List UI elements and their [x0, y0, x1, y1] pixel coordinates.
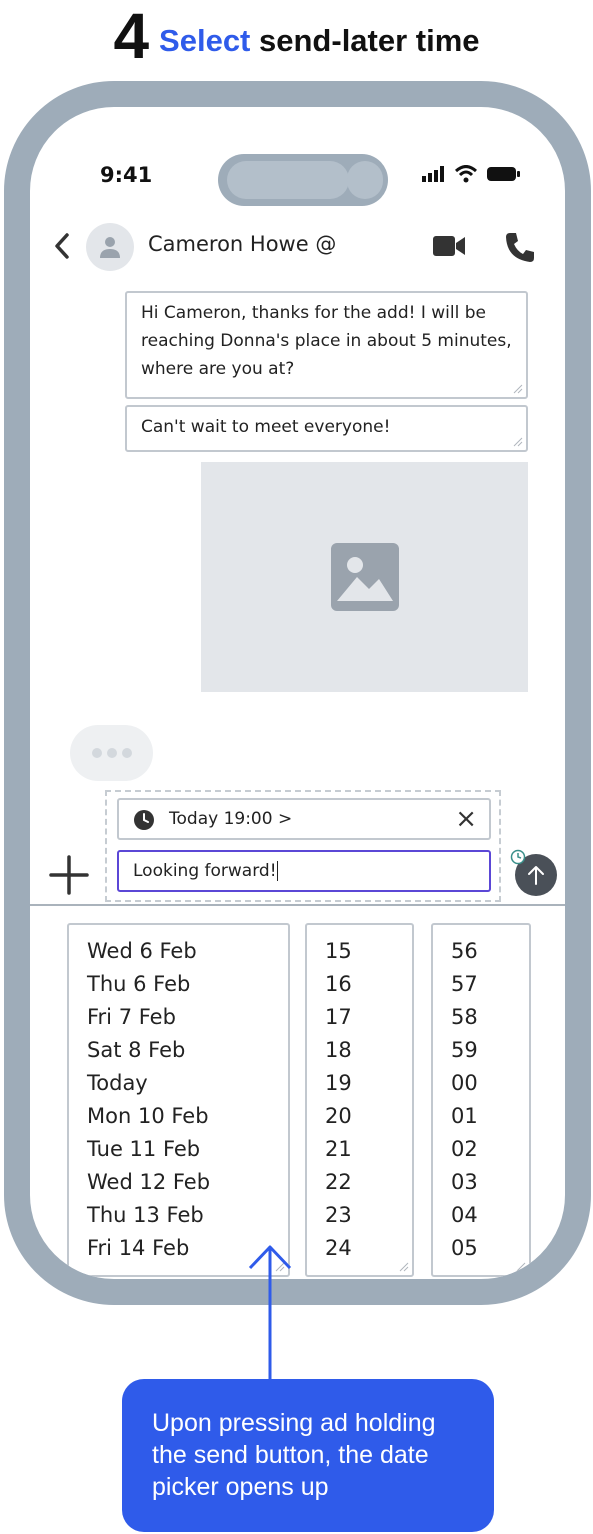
- scheduled-time-label: Today 19:00 >: [169, 809, 293, 829]
- image-icon: [330, 543, 399, 611]
- chevron-right-icon: >: [277, 809, 293, 829]
- chat-screen: 9:41 Cameron Howe @ Hi Cameron, thanks f…: [30, 107, 565, 1279]
- home-indicator: [206, 1287, 392, 1293]
- picker-day-option[interactable]: Today: [87, 1067, 288, 1100]
- picker-hour-option[interactable]: 17: [325, 1001, 412, 1034]
- video-call-button[interactable]: [432, 233, 466, 259]
- picker-minute-option[interactable]: 02: [451, 1133, 529, 1166]
- picker-minute-option[interactable]: 58: [451, 1001, 529, 1034]
- picker-hour-option[interactable]: 21: [325, 1133, 412, 1166]
- picker-day-option[interactable]: Mon 10 Feb: [87, 1100, 288, 1133]
- picker-day-option[interactable]: Thu 6 Feb: [87, 968, 288, 1001]
- dynamic-island-pill: [227, 161, 349, 199]
- picker-day-option[interactable]: Tue 11 Feb: [87, 1133, 288, 1166]
- close-icon[interactable]: ×: [455, 804, 477, 834]
- picker-minute-option[interactable]: 05: [451, 1232, 529, 1265]
- picker-hour-option[interactable]: 19: [325, 1067, 412, 1100]
- plus-icon[interactable]: [48, 854, 90, 896]
- message-input-value: Looking forward!: [133, 861, 277, 881]
- picker-hour-option[interactable]: 20: [325, 1100, 412, 1133]
- picker-hour-option[interactable]: 22: [325, 1166, 412, 1199]
- message-bubble: Can't wait to meet everyone!: [125, 405, 528, 452]
- image-message[interactable]: [201, 462, 528, 692]
- step-heading-rest: send-later time: [259, 23, 480, 58]
- status-icons: [422, 165, 522, 183]
- keyboard-divider: [30, 904, 565, 906]
- picker-minute-option[interactable]: 00: [451, 1067, 529, 1100]
- dynamic-island-camera: [347, 161, 383, 199]
- signal-icon: [422, 166, 444, 182]
- picker-day-option[interactable]: Wed 6 Feb: [87, 935, 288, 968]
- picker-hour-option[interactable]: 24: [325, 1232, 412, 1265]
- schedule-badge-icon: [510, 849, 526, 865]
- message-input[interactable]: Looking forward!: [117, 850, 491, 892]
- picker-minute-option[interactable]: 01: [451, 1100, 529, 1133]
- contact-name[interactable]: Cameron Howe @: [148, 232, 336, 256]
- mention-icon: @: [315, 232, 337, 256]
- resize-handle-icon: [516, 1262, 526, 1272]
- user-icon: [100, 237, 120, 258]
- picker-minute-option[interactable]: 59: [451, 1034, 529, 1067]
- picker-hour-option[interactable]: 23: [325, 1199, 412, 1232]
- message-text: Can't wait to meet everyone!: [141, 417, 391, 437]
- picker-day-option[interactable]: Sat 8 Feb: [87, 1034, 288, 1067]
- picker-hour-option[interactable]: 15: [325, 935, 412, 968]
- resize-handle-icon: [513, 384, 523, 394]
- picker-minute-option[interactable]: 04: [451, 1199, 529, 1232]
- picker-hour-option[interactable]: 18: [325, 1034, 412, 1067]
- contact-name-text: Cameron Howe: [148, 232, 309, 256]
- back-button[interactable]: [50, 231, 74, 261]
- picker-day-option[interactable]: Wed 12 Feb: [87, 1166, 288, 1199]
- callout-note: Upon pressing ad holding the send button…: [122, 1379, 494, 1532]
- callout-text: Upon pressing ad holding the send button…: [152, 1409, 436, 1501]
- arrow-up-icon: [528, 866, 544, 885]
- minute-picker-column[interactable]: 56 57 58 59 00 01 02 03 04 05: [431, 923, 531, 1277]
- arrow-up-icon: [248, 1245, 292, 1382]
- picker-minute-option[interactable]: 03: [451, 1166, 529, 1199]
- step-heading-accent: Select: [159, 23, 251, 58]
- picker-day-option[interactable]: Fri 7 Feb: [87, 1001, 288, 1034]
- battery-icon: [487, 167, 520, 181]
- clock-icon: [134, 810, 154, 830]
- resize-handle-icon: [513, 437, 523, 447]
- text-caret: [276, 861, 278, 881]
- step-title: 4 Select send-later time: [0, 0, 593, 72]
- status-time: 9:41: [100, 163, 153, 187]
- day-picker-column[interactable]: Wed 6 Feb Thu 6 Feb Fri 7 Feb Sat 8 Feb …: [67, 923, 290, 1277]
- hour-picker-column[interactable]: 15 16 17 18 19 20 21 22 23 24: [305, 923, 414, 1277]
- message-text: Hi Cameron, thanks for the add! I will b…: [141, 303, 512, 379]
- wifi-icon: [454, 165, 478, 183]
- picker-minute-option[interactable]: 56: [451, 935, 529, 968]
- picker-minute-option[interactable]: 57: [451, 968, 529, 1001]
- avatar[interactable]: [86, 223, 134, 271]
- voice-call-button[interactable]: [504, 231, 536, 263]
- resize-handle-icon: [399, 1262, 409, 1272]
- step-number: 4: [113, 0, 150, 72]
- message-bubble: Hi Cameron, thanks for the add! I will b…: [125, 291, 528, 399]
- phone-frame: 9:41 Cameron Howe @ Hi Cameron, thanks f…: [4, 81, 591, 1305]
- picker-day-option[interactable]: Thu 13 Feb: [87, 1199, 288, 1232]
- typing-indicator: [70, 725, 153, 781]
- step-heading: Select send-later time: [159, 23, 479, 59]
- chat-header: Cameron Howe @: [30, 215, 565, 277]
- scheduled-time-chip[interactable]: Today 19:00 > ×: [117, 798, 491, 840]
- picker-hour-option[interactable]: 16: [325, 968, 412, 1001]
